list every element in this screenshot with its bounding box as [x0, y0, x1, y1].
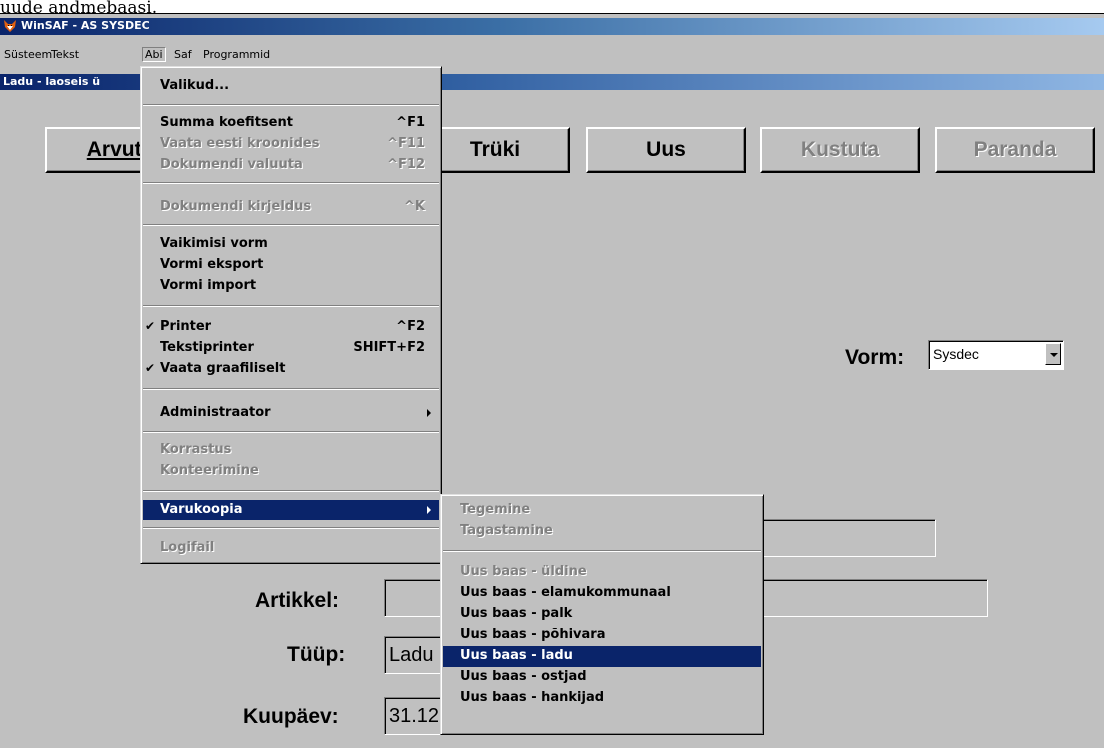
uus-button[interactable]: Uus [586, 127, 746, 173]
dropdown-arrow-icon[interactable] [1045, 343, 1061, 365]
submenu-arrow-icon [427, 506, 431, 514]
menu-separator [143, 388, 439, 390]
tyyp-label: Tüüp: [287, 643, 346, 666]
menu-item-administraator[interactable]: Administraator [141, 404, 441, 421]
child-window-title: Ladu - laoseis ü [3, 75, 101, 88]
menu-item-logifail[interactable]: Logifail [141, 539, 441, 556]
menu-item-vaata-eesti-kroonides[interactable]: Vaata eesti kroonides ^F11 [141, 135, 441, 152]
menu-item-vormi-eksport[interactable]: Vormi eksport [141, 256, 441, 273]
tyyp-field[interactable]: Ladu [384, 636, 444, 674]
menu-separator [143, 490, 439, 492]
menu-item-vormi-import[interactable]: Vormi import [141, 277, 441, 294]
truki-label: Trüki [469, 138, 521, 161]
submenu-item-uus-baas-pohivara[interactable]: Uus baas - põhivara [441, 626, 763, 643]
window-title: WinSAF - AS SYSDEC [21, 19, 150, 32]
menu-item-dokumendi-kirjeldus[interactable]: Dokumendi kirjeldus ^K [141, 198, 441, 215]
vorm-label: Vorm: [845, 346, 905, 369]
menu-item-valikud[interactable]: Valikud... [141, 77, 441, 94]
submenu-arrow-icon [427, 409, 431, 417]
kustuta-button[interactable]: Kustuta [760, 127, 920, 173]
menu-separator [143, 527, 439, 529]
submenu-item-uus-baas-ladu[interactable]: Uus baas - ladu [443, 646, 761, 667]
vorm-value: Sysdec [933, 346, 979, 362]
menu-item-tekstiprinter[interactable]: Tekstiprinter SHIFT+F2 [141, 339, 441, 356]
menu-susteem[interactable]: Süsteem [4, 48, 52, 61]
paranda-button[interactable]: Paranda [935, 127, 1095, 173]
check-icon: ✔ [145, 319, 156, 333]
menu-separator [443, 550, 761, 552]
submenu-item-uus-baas-palk[interactable]: Uus baas - palk [441, 605, 763, 622]
fox-icon [4, 20, 16, 32]
menu-item-vaata-graafiliselt[interactable]: ✔ Vaata graafiliselt [141, 360, 441, 377]
vorm-select[interactable]: Sysdec [928, 340, 1064, 370]
uus-label: Uus [646, 138, 686, 161]
menu-separator [143, 104, 439, 106]
menu-bar: Süsteem Tekst Abi Saf Programmid [0, 45, 1104, 64]
truki-button[interactable]: Trüki [420, 127, 570, 173]
submenu-item-uus-baas-ostjad[interactable]: Uus baas - ostjad [441, 668, 763, 685]
kustuta-label: Kustuta [800, 138, 880, 161]
submenu-item-tegemine[interactable]: Tegemine [441, 501, 763, 518]
menu-item-korrastus[interactable]: Korrastus [141, 441, 441, 458]
kuupaev-field[interactable]: 31.12 [384, 697, 444, 735]
title-bar: WinSAF - AS SYSDEC [0, 18, 1104, 35]
menu-tekst[interactable]: Tekst [51, 48, 79, 61]
menu-item-konteerimine[interactable]: Konteerimine [141, 462, 441, 479]
menu-saf[interactable]: Saf [174, 48, 192, 61]
menu-separator [143, 224, 439, 226]
menu-separator [143, 431, 439, 433]
varukoopia-submenu: Tegemine Tagastamine Uus baas - üldine U… [440, 494, 764, 735]
check-icon: ✔ [145, 361, 156, 375]
paranda-label: Paranda [973, 138, 1057, 161]
submenu-item-uus-baas-hankijad[interactable]: Uus baas - hankijad [441, 689, 763, 706]
menu-abi[interactable]: Abi [142, 47, 166, 62]
menu-item-printer[interactable]: ✔ Printer ^F2 [141, 318, 441, 335]
menu-item-varukoopia[interactable]: Varukoopia [143, 500, 439, 520]
menu-programmid[interactable]: Programmid [203, 48, 270, 61]
submenu-item-uus-baas-uldine[interactable]: Uus baas - üldine [441, 563, 763, 580]
abi-menu: Valikud... Summa koefitsent ^F1 Vaata ees… [140, 66, 442, 564]
menu-item-dokumendi-valuuta[interactable]: Dokumendi valuuta ^F12 [141, 156, 441, 173]
field-upper[interactable] [760, 519, 936, 557]
menu-item-summa-koefitsent[interactable]: Summa koefitsent ^F1 [141, 114, 441, 131]
artikkel-label: Artikkel: [255, 589, 340, 612]
kuupaev-label: Kuupäev: [243, 705, 339, 728]
menu-separator [143, 182, 439, 184]
menu-separator [143, 305, 439, 307]
menu-item-vaikimisi-vorm[interactable]: Vaikimisi vorm [141, 235, 441, 252]
submenu-item-tagastamine[interactable]: Tagastamine [441, 522, 763, 539]
submenu-item-uus-baas-elamukommunaal[interactable]: Uus baas - elamukommunaal [441, 584, 763, 601]
